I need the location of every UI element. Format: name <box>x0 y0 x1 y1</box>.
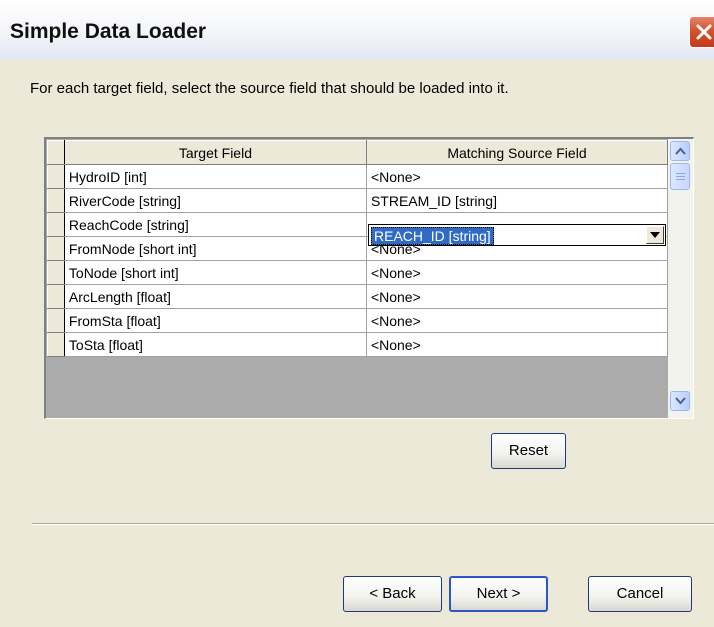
title-bar: Simple Data Loader <box>0 0 714 60</box>
target-field-cell: FromSta [float] <box>64 308 367 333</box>
row-selector[interactable] <box>47 284 65 309</box>
grid-corner <box>47 140 65 165</box>
target-field-cell: HydroID [int] <box>64 164 367 189</box>
next-button[interactable]: Next > <box>449 576 548 612</box>
window-title: Simple Data Loader <box>10 20 207 43</box>
row-selector[interactable] <box>47 188 65 213</box>
source-field-cell[interactable]: <None> <box>366 284 668 309</box>
row-selector[interactable] <box>47 164 65 189</box>
mapping-table: Target Field Matching Source Field Hydro… <box>47 140 668 357</box>
row-selector[interactable] <box>47 308 65 333</box>
target-field-cell: RiverCode [string] <box>64 188 367 213</box>
source-field-dropdown[interactable]: REACH_ID [string] <box>368 224 666 246</box>
target-field-cell: ToSta [float] <box>64 332 367 357</box>
source-field-cell[interactable]: STREAM_ID [string] <box>366 188 668 213</box>
column-header-target-field[interactable]: Target Field <box>63 140 367 165</box>
vertical-scrollbar[interactable] <box>668 139 693 418</box>
field-mapping-grid: Target Field Matching Source Field Hydro… <box>44 137 694 419</box>
table-row: FromSta [float] <None> <box>47 308 668 333</box>
dropdown-arrow-button[interactable] <box>646 226 664 244</box>
instructions-text: For each target field, select the source… <box>30 80 509 97</box>
table-row: ArcLength [float] <None> <box>47 284 668 309</box>
close-button[interactable] <box>689 16 714 48</box>
source-field-cell[interactable]: <None> <box>366 332 668 357</box>
row-selector[interactable] <box>47 212 65 237</box>
row-selector[interactable] <box>47 260 65 285</box>
scroll-up-button[interactable] <box>670 141 690 161</box>
row-selector[interactable] <box>47 332 65 357</box>
target-field-cell: ArcLength [float] <box>64 284 367 309</box>
table-row: ToSta [float] <None> <box>47 332 668 357</box>
table-row: HydroID [int] <None> <box>47 164 668 189</box>
source-field-cell[interactable]: <None> <box>366 308 668 333</box>
reset-button[interactable]: Reset <box>491 433 566 469</box>
footer-divider <box>32 523 714 525</box>
back-button[interactable]: < Back <box>343 576 442 612</box>
scroll-down-button[interactable] <box>670 391 690 411</box>
source-field-cell[interactable]: <None> <box>366 260 668 285</box>
target-field-cell: ToNode [short int] <box>64 260 367 285</box>
table-row: RiverCode [string] STREAM_ID [string] <box>47 188 668 213</box>
column-header-matching-source-field[interactable]: Matching Source Field <box>365 140 668 165</box>
scroll-thumb[interactable] <box>670 163 690 190</box>
dropdown-selected-value: REACH_ID [string] <box>371 227 494 245</box>
table-row: ToNode [short int] <None> <box>47 260 668 285</box>
grid-header-row: Target Field Matching Source Field <box>47 140 668 165</box>
target-field-cell: ReachCode [string] <box>64 212 367 237</box>
target-field-cell: FromNode [short int] <box>64 236 367 261</box>
source-field-cell[interactable]: <None> <box>366 164 668 189</box>
cancel-button[interactable]: Cancel <box>588 576 692 612</box>
row-selector[interactable] <box>47 236 65 261</box>
